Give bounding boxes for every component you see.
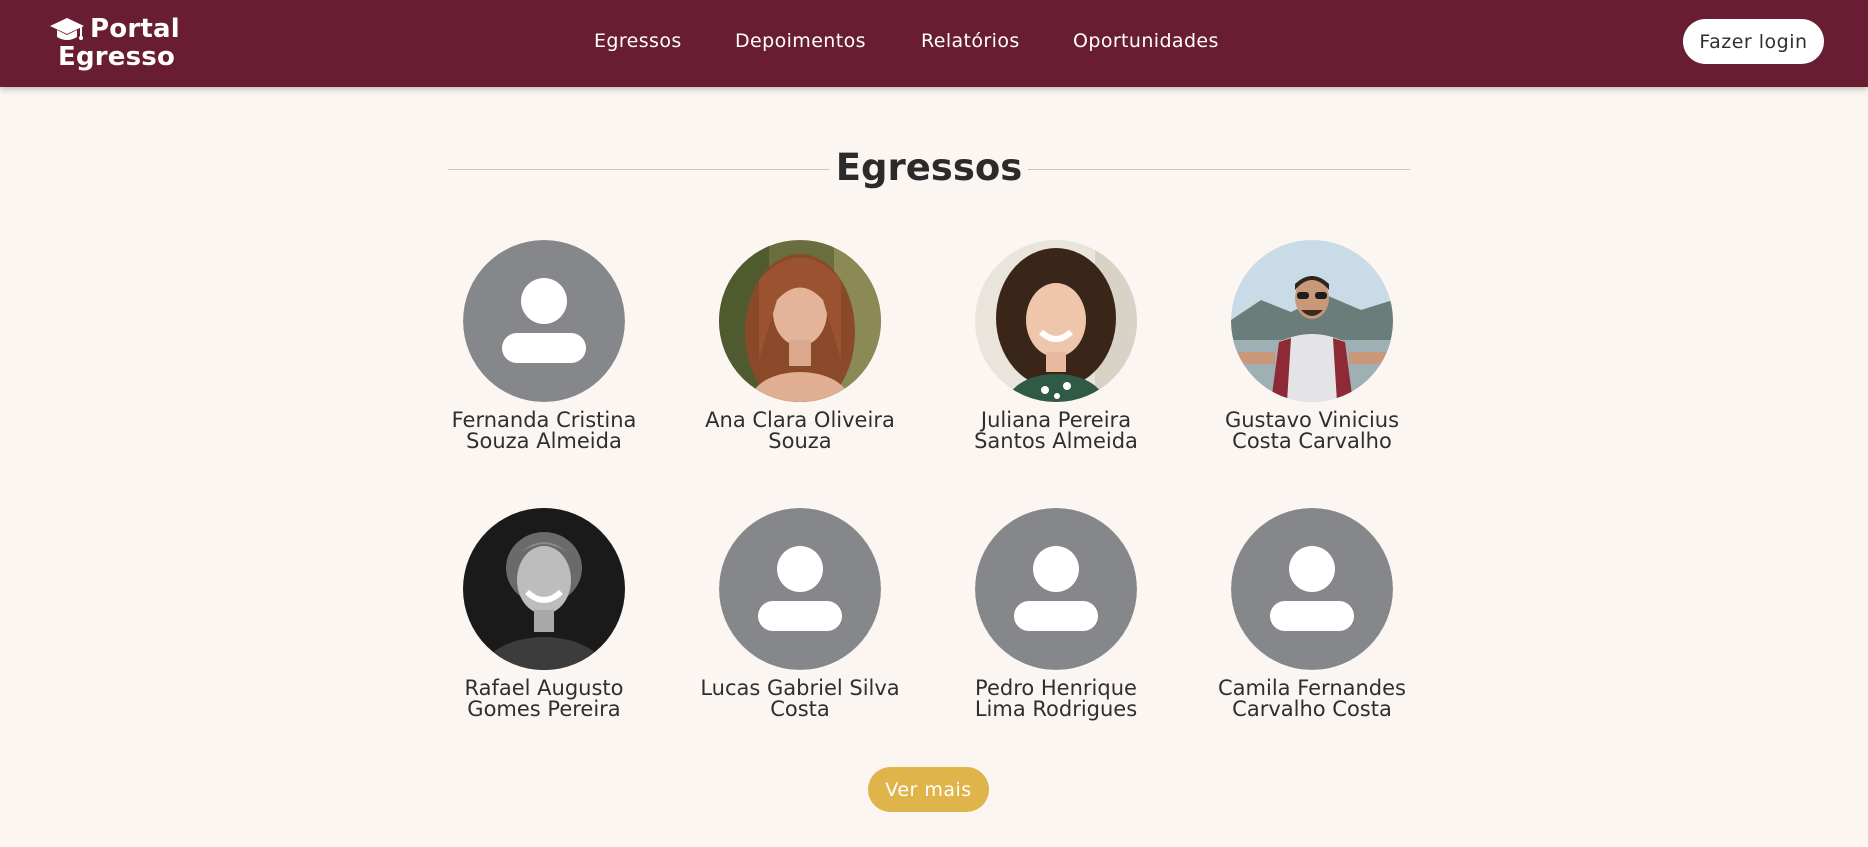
- alumni-name-line1: Ana Clara Oliveira: [705, 408, 895, 432]
- alumni-name-line2: Santos Almeida: [974, 429, 1138, 453]
- alumni-name: Lucas Gabriel Silva Costa: [692, 678, 908, 720]
- placeholder-avatar-icon: [463, 240, 625, 402]
- title-divider-left: [448, 169, 830, 170]
- placeholder-avatar-icon: [1231, 508, 1393, 670]
- alumni-name: Fernanda Cristina Souza Almeida: [436, 410, 652, 452]
- alumni-card[interactable]: Gustavo Vinicius Costa Carvalho: [1204, 240, 1420, 460]
- alumni-name-line2: Lima Rodrigues: [974, 697, 1138, 721]
- placeholder-avatar-icon: [719, 508, 881, 670]
- alumni-card[interactable]: Pedro Henrique Lima Rodrigues: [948, 508, 1164, 728]
- alumni-name-line1: Gustavo Vinicius: [1224, 408, 1400, 432]
- nav-item-egressos[interactable]: Egressos: [594, 28, 682, 54]
- alumni-name-line2: Costa Carvalho: [1232, 429, 1392, 453]
- placeholder-avatar-icon: [975, 508, 1137, 670]
- top-navigation-bar: Portal Egresso Egressos Depoimentos Rela…: [0, 0, 1868, 87]
- alumni-name-line1: Camila Fernandes: [1218, 676, 1406, 700]
- nav-item-depoimentos[interactable]: Depoimentos: [735, 28, 866, 54]
- alumni-card[interactable]: Lucas Gabriel Silva Costa: [692, 508, 908, 728]
- alumni-name-line2: Carvalho Costa: [1232, 697, 1392, 721]
- section-title: Egressos: [835, 146, 1023, 189]
- alumni-name-line2: Gomes Pereira: [467, 697, 621, 721]
- title-divider-right: [1028, 169, 1410, 170]
- alumni-name-line2: Costa: [770, 697, 830, 721]
- photo-man-black-and-white: [463, 508, 625, 670]
- alumni-name: Camila Fernandes Carvalho Costa: [1204, 678, 1420, 720]
- alumni-name-line2: Souza: [768, 429, 832, 453]
- alumni-card[interactable]: Juliana Pereira Santos Almeida: [948, 240, 1164, 460]
- alumni-card[interactable]: Ana Clara Oliveira Souza: [692, 240, 908, 460]
- alumni-card[interactable]: Fernanda Cristina Souza Almeida: [436, 240, 652, 460]
- alumni-name-line1: Rafael Augusto: [464, 676, 624, 700]
- alumni-name-line2: Souza Almeida: [466, 429, 622, 453]
- alumni-name-line1: Fernanda Cristina: [451, 408, 637, 432]
- alumni-card[interactable]: Rafael Augusto Gomes Pereira: [436, 508, 652, 728]
- login-button[interactable]: Fazer login: [1683, 19, 1824, 64]
- nav-item-oportunidades[interactable]: Oportunidades: [1073, 28, 1219, 54]
- alumni-name: Gustavo Vinicius Costa Carvalho: [1204, 410, 1420, 452]
- alumni-name: Rafael Augusto Gomes Pereira: [436, 678, 652, 720]
- photo-man-glasses-outdoors: [1231, 240, 1393, 402]
- alumni-name: Ana Clara Oliveira Souza: [692, 410, 908, 452]
- alumni-card[interactable]: Camila Fernandes Carvalho Costa: [1204, 508, 1420, 728]
- see-more-button[interactable]: Ver mais: [868, 767, 989, 812]
- main-nav: Egressos Depoimentos Relatórios Oportuni…: [0, 28, 1868, 54]
- photo-woman-long-red-hair: [719, 240, 881, 402]
- alumni-name-line1: Pedro Henrique: [975, 676, 1137, 700]
- photo-woman-curly-hair-smiling: [975, 240, 1137, 402]
- nav-item-relatorios[interactable]: Relatórios: [921, 28, 1020, 54]
- alumni-name-line1: Lucas Gabriel Silva: [700, 676, 900, 700]
- section-header: Egressos: [448, 140, 1410, 200]
- alumni-name: Pedro Henrique Lima Rodrigues: [948, 678, 1164, 720]
- alumni-name-line1: Juliana Pereira: [980, 408, 1132, 432]
- alumni-name: Juliana Pereira Santos Almeida: [948, 410, 1164, 452]
- alumni-grid: Fernanda Cristina Souza Almeida Ana Clar…: [436, 240, 1436, 730]
